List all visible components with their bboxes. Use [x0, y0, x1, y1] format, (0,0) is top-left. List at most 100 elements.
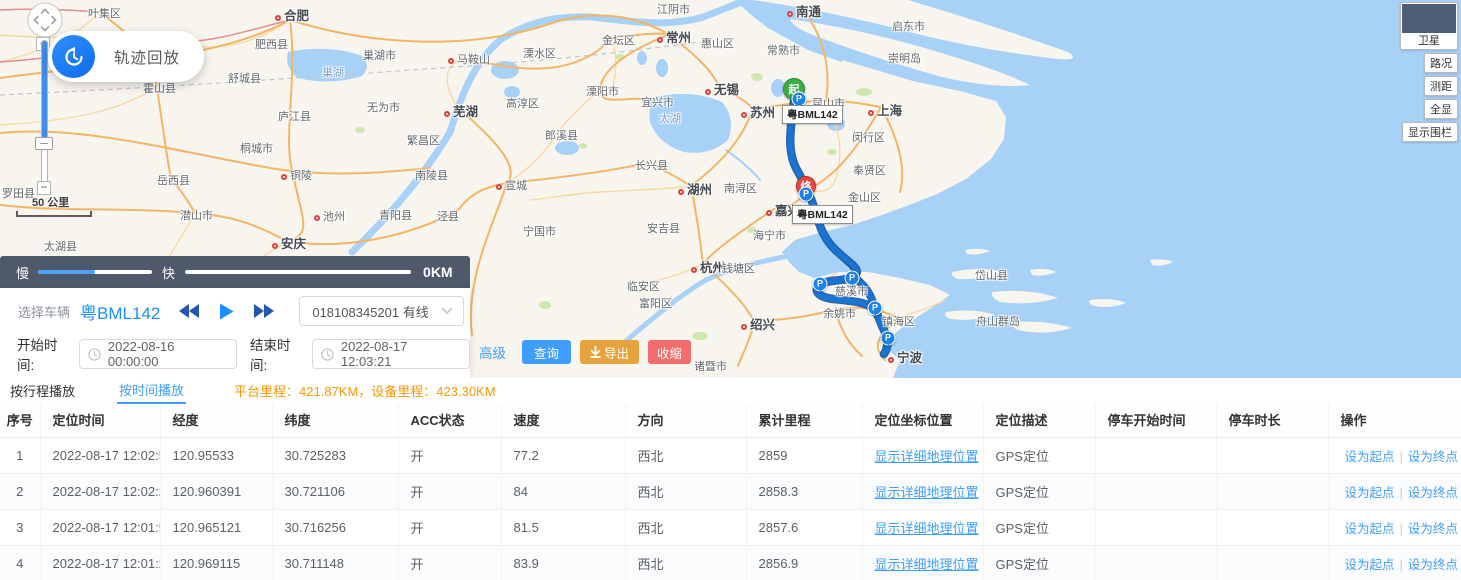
map-control-button[interactable]: 测距	[1424, 76, 1458, 96]
zoom-fill	[42, 41, 47, 139]
vehicle-plate-label: 粤BML142	[792, 205, 853, 224]
skip-back-button[interactable]	[179, 303, 200, 319]
table-header-row: 序号 定位时间 经度 纬度 ACC状态 速度 方向 累计里程 定位坐标位置 定位…	[0, 403, 1461, 437]
set-start-link[interactable]: 设为起点	[1345, 522, 1395, 536]
select-vehicle-label: 选择车辆	[18, 302, 70, 321]
set-end-link[interactable]: 设为终点	[1408, 486, 1458, 500]
ops-separator: |	[1400, 449, 1403, 464]
map-scale: 50 公里	[16, 194, 92, 217]
table-row: 32022-08-17 12:01:56120.96512130.716256开…	[0, 509, 1461, 545]
distance-label: 0KM	[423, 264, 453, 280]
map-control-button[interactable]: 显示围栏	[1402, 122, 1458, 142]
parking-marker[interactable]: P	[813, 277, 828, 292]
start-time-label: 开始时间:	[17, 334, 71, 374]
bottom-section: 按行程播放 按时间播放 平台里程：421.87KM，设备里程：423.30KM …	[0, 378, 1461, 580]
zoom-slider-handle[interactable]	[35, 137, 53, 150]
parking-marker[interactable]: P	[881, 331, 896, 346]
query-button[interactable]: 查询	[522, 340, 571, 364]
vehicle-row: 选择车辆 粤BML142 018108345201 有线	[0, 288, 470, 334]
col-lat: 纬度	[272, 403, 398, 437]
map-scale-label: 50 公里	[32, 194, 92, 210]
col-acc: ACC状态	[398, 403, 501, 437]
time-row: 开始时间: 2022-08-16 00:00:00 结束时间: 2022-08-…	[0, 334, 470, 374]
show-detail-location-link[interactable]: 显示详细地理位置	[875, 449, 979, 464]
tabs: 按行程播放 按时间播放 平台里程：421.87KM，设备里程：423.30KM	[0, 378, 1461, 403]
table-row: 22022-08-17 12:02:26120.96039130.721106开…	[0, 473, 1461, 509]
set-start-link[interactable]: 设为起点	[1345, 558, 1395, 572]
map-control-button[interactable]: 全显	[1424, 99, 1458, 119]
map-scale-bar	[16, 211, 92, 217]
set-end-link[interactable]: 设为终点	[1408, 522, 1458, 536]
vehicle-plate-link[interactable]: 粤BML142	[80, 299, 160, 324]
ops-separator: |	[1400, 521, 1403, 536]
chevron-down-icon	[441, 307, 453, 315]
download-arrow-icon	[590, 346, 601, 358]
set-start-link[interactable]: 设为起点	[1345, 486, 1395, 500]
col-time: 定位时间	[40, 403, 160, 437]
speed-fast-label: 快	[162, 263, 175, 282]
device-select[interactable]: 018108345201 有线	[299, 296, 464, 326]
compass-pan-control[interactable]	[26, 1, 64, 39]
ops-separator: |	[1400, 557, 1403, 572]
col-speed: 速度	[501, 403, 625, 437]
parking-marker[interactable]: P	[845, 271, 860, 286]
ops-separator: |	[1400, 485, 1403, 500]
set-start-link[interactable]: 设为起点	[1345, 450, 1395, 464]
track-playback-badge: 轨迹回放	[48, 31, 204, 82]
satellite-thumbnail	[1402, 4, 1456, 33]
collapse-button[interactable]: 收缩	[648, 340, 691, 364]
gps-records-table: 序号 定位时间 经度 纬度 ACC状态 速度 方向 累计里程 定位坐标位置 定位…	[0, 403, 1461, 580]
col-stop-duration: 停车时长	[1216, 403, 1328, 437]
tab-play-by-trip[interactable]: 按行程播放	[8, 378, 77, 403]
start-time-value: 2022-08-16 00:00:00	[108, 339, 228, 369]
playback-panel: 选择车辆 粤BML142 018108345201 有线 开始时间: 2022-…	[0, 288, 470, 378]
table-body: 12022-08-17 12:02:56120.9553330.725283开7…	[0, 437, 1461, 580]
table-row: 42022-08-17 12:01:26120.96911530.711148开…	[0, 545, 1461, 580]
skip-forward-button[interactable]	[253, 303, 274, 319]
play-button[interactable]	[219, 303, 234, 320]
col-mileage: 累计里程	[746, 403, 862, 437]
speed-slider-fill	[38, 270, 95, 274]
badge-label: 轨迹回放	[114, 46, 180, 68]
show-detail-location-link[interactable]: 显示详细地理位置	[875, 485, 979, 500]
history-clock-icon	[52, 35, 95, 78]
parking-marker[interactable]: P	[799, 187, 814, 202]
start-time-input[interactable]: 2022-08-16 00:00:00	[79, 339, 237, 369]
col-direction: 方向	[625, 403, 746, 437]
end-time-input[interactable]: 2022-08-17 12:03:21	[312, 339, 470, 369]
map-control-label: 路况	[1430, 58, 1452, 70]
vehicle-plate-label: 粤BML142	[782, 105, 843, 124]
device-select-value: 018108345201 有线	[312, 302, 441, 321]
speed-bar: 慢 快 0KM	[0, 256, 470, 288]
set-end-link[interactable]: 设为终点	[1408, 558, 1458, 572]
satellite-toggle[interactable]: 卫星	[1400, 2, 1458, 50]
col-actions: 操作	[1328, 403, 1461, 437]
map-control-button[interactable]: 路况	[1424, 53, 1458, 73]
map-control-label: 测距	[1430, 81, 1452, 93]
zoom-out-button[interactable]: −	[37, 181, 51, 195]
clock-icon	[88, 348, 101, 361]
parking-marker[interactable]: P	[868, 301, 883, 316]
speed-slow-label: 慢	[16, 263, 29, 282]
track-playback-screen: 叶集区六安霍山县舒城县桐城市岳西县潜山市罗田县太湖县安庆合肥肥西县庐江县巢湖市巢…	[0, 0, 1461, 580]
end-time-label: 结束时间:	[250, 334, 304, 374]
set-end-link[interactable]: 设为终点	[1408, 450, 1458, 464]
show-detail-location-link[interactable]: 显示详细地理位置	[875, 521, 979, 536]
action-buttons: 高级 查询 导出 收缩	[479, 340, 691, 364]
end-time-value: 2022-08-17 12:03:21	[341, 339, 461, 369]
table-row: 12022-08-17 12:02:56120.9553330.725283开7…	[0, 437, 1461, 473]
col-location: 定位坐标位置	[862, 403, 983, 437]
map-control-label: 全显	[1430, 104, 1452, 116]
zoom-track[interactable]	[41, 40, 48, 188]
mileage-stats: 平台里程：421.87KM，设备里程：423.30KM	[234, 381, 496, 400]
map-control-label: 显示围栏	[1408, 127, 1452, 139]
clock-icon	[321, 348, 334, 361]
advanced-link[interactable]: 高级	[479, 342, 506, 362]
col-stop-start: 停车开始时间	[1095, 403, 1216, 437]
export-button[interactable]: 导出	[580, 340, 639, 364]
tab-play-by-time[interactable]: 按时间播放	[117, 377, 186, 404]
col-desc: 定位描述	[983, 403, 1095, 437]
progress-slider[interactable]	[185, 270, 411, 274]
show-detail-location-link[interactable]: 显示详细地理位置	[875, 557, 979, 572]
speed-slider[interactable]	[38, 270, 152, 274]
